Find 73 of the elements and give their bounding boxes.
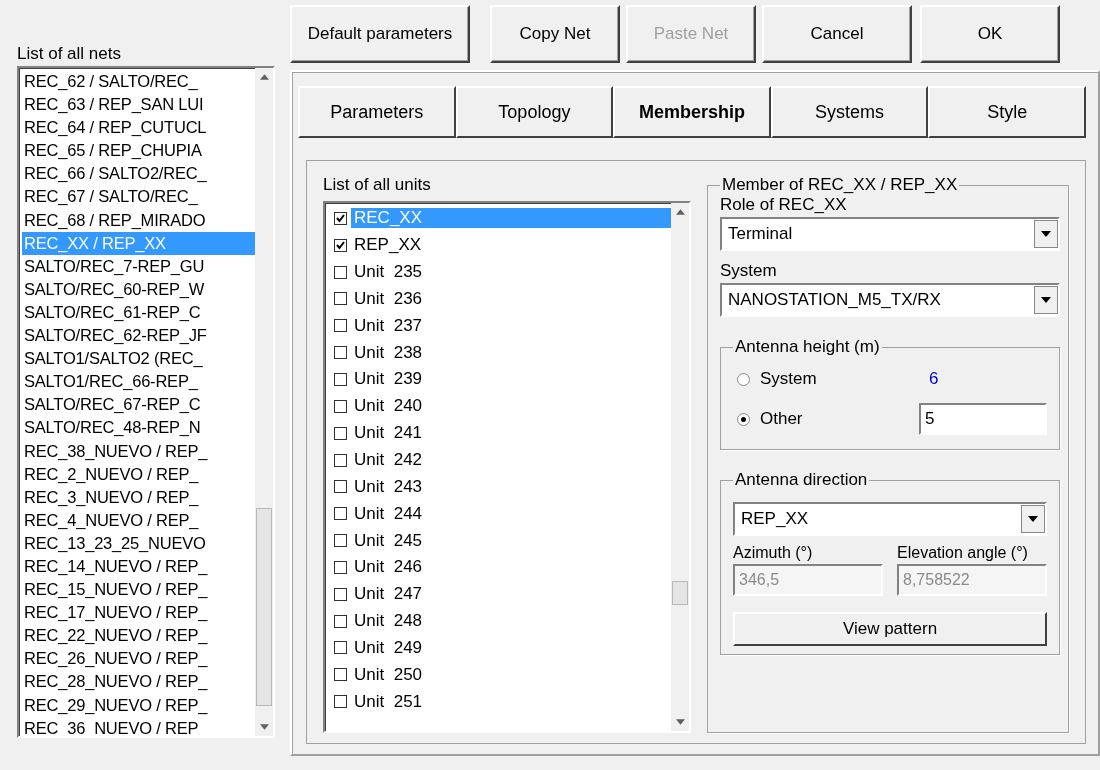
- list-label: List of all nets: [17, 44, 122, 65]
- list-item[interactable]: SALTO/REC_62-REP_JF: [22, 324, 255, 348]
- list-item[interactable]: REC_22_NUEVO / REP_: [22, 624, 255, 648]
- radio-option[interactable]: System: [737, 369, 919, 389]
- field-label: System: [720, 261, 778, 281]
- unit-label[interactable]: REP_XX: [351, 235, 425, 256]
- unit-label[interactable]: Unit 244: [351, 503, 426, 524]
- list-item[interactable]: REC_14_NUEVO / REP_: [22, 554, 255, 579]
- role-dropdown[interactable]: Terminal: [720, 217, 1060, 251]
- tab[interactable]: Systems: [770, 86, 929, 138]
- unit-label[interactable]: Unit 250: [351, 664, 426, 685]
- list-item[interactable]: REC_26_NUEVO / REP_: [22, 647, 255, 671]
- system-dropdown[interactable]: NANOSTATION_M5_TX/RX: [720, 283, 1060, 317]
- list-item[interactable]: SALTO/REC_67-REP_C: [22, 393, 255, 417]
- unit-label[interactable]: Unit 242: [351, 450, 426, 470]
- list-item[interactable]: SALTO/REC_60-REP_W: [22, 277, 255, 301]
- units-list[interactable]: REC_XX REP_XX Unit 235 Unit 236 Unit 237 Unit 238 Unit 239 Unit 240 Unit 241 Unit 242 Unit 243 Unit 244 Unit 245 Unit 246 Unit 247 Unit 248 Unit 249 Unit 250 Unit 251: [323, 201, 691, 733]
- group-title: Antenna direction: [734, 470, 869, 490]
- list-label: List of all units: [323, 175, 432, 195]
- unit-label[interactable]: Unit 243: [351, 476, 426, 497]
- list-item[interactable]: SALTO/REC_61-REP_C: [22, 300, 255, 325]
- dialog-button[interactable]: Cancel: [762, 5, 912, 63]
- group-title: Antenna height (m): [734, 337, 881, 357]
- height-input[interactable]: 5: [919, 403, 1047, 435]
- list-item[interactable]: REC_63 / REP_SAN LUI: [22, 93, 255, 117]
- group-title: Member of REC_XX / REP_XX: [721, 175, 959, 195]
- list-item[interactable]: SALTO1/SALTO2 (REC_: [22, 347, 255, 371]
- unit-label[interactable]: Unit 240: [351, 396, 426, 417]
- list-item[interactable]: SALTO1/REC_66-REP_: [22, 370, 255, 394]
- list-item[interactable]: SALTO/REC_7-REP_GU: [22, 254, 255, 278]
- unit-label[interactable]: Unit 247: [351, 584, 426, 605]
- tab[interactable]: Membership: [613, 86, 771, 138]
- list-item[interactable]: REC_2_NUEVO / REP_: [22, 462, 255, 486]
- list-item[interactable]: REC_68 / REP_MIRADO: [22, 208, 255, 232]
- list-item[interactable]: REC_64 / REP_CUTUCL: [22, 116, 255, 140]
- dialog-button[interactable]: Default parameters: [290, 5, 470, 63]
- unit-label[interactable]: Unit 246: [351, 557, 426, 578]
- unit-label[interactable]: Unit 248: [351, 611, 426, 632]
- list-item[interactable]: REC_13_23_25_NUEVO: [22, 531, 255, 555]
- unit-label[interactable]: Unit 249: [351, 637, 426, 658]
- tab[interactable]: Parameters: [298, 86, 456, 138]
- unit-label[interactable]: Unit 238: [351, 342, 426, 363]
- list-item[interactable]: REC_38_NUEVO / REP_: [22, 439, 255, 463]
- unit-label[interactable]: Unit 251: [351, 691, 426, 712]
- list-item[interactable]: REC_17_NUEVO / REP_: [22, 601, 255, 625]
- dialog-button[interactable]: Copy Net: [490, 5, 620, 63]
- list-item[interactable]: REC_36_NUEVO / REP_: [22, 716, 255, 736]
- list-item[interactable]: REC_28_NUEVO / REP_: [22, 670, 255, 694]
- list-item[interactable]: REC_15_NUEVO / REP_: [22, 578, 255, 602]
- list-item[interactable]: REC_67 / SALTO/REC_: [22, 185, 255, 209]
- tab[interactable]: Topology: [455, 86, 614, 138]
- list-item[interactable]: REC_62 / SALTO/REC_: [22, 70, 255, 94]
- unit-label[interactable]: Unit 239: [351, 369, 426, 390]
- dialog-button[interactable]: OK: [920, 5, 1060, 63]
- unit-label[interactable]: Unit 245: [351, 530, 426, 551]
- system-height-value: 6: [928, 369, 940, 389]
- direction-dropdown[interactable]: REP_XX: [733, 502, 1047, 536]
- list-item[interactable]: REC_4_NUEVO / REP_: [22, 508, 255, 532]
- list-item[interactable]: REC_66 / SALTO2/REC_: [22, 162, 255, 186]
- field-label: Elevation angle (°): [897, 544, 1029, 562]
- unit-label[interactable]: Unit 237: [351, 315, 426, 336]
- list-item[interactable]: REC_65 / REP_CHUPIA: [22, 139, 255, 163]
- unit-label[interactable]: Unit 235: [351, 262, 426, 283]
- field-label: Azimuth (°): [733, 544, 814, 562]
- tab[interactable]: Style: [928, 86, 1086, 138]
- list-item[interactable]: REC_29_NUEVO / REP_: [22, 693, 255, 717]
- unit-label[interactable]: Unit 236: [351, 288, 426, 309]
- field-label: Role of REC_XX: [720, 195, 848, 215]
- unit-label[interactable]: Unit 241: [351, 423, 426, 444]
- view-pattern-button[interactable]: View pattern: [733, 612, 1047, 646]
- radio-option[interactable]: Other: [737, 409, 919, 429]
- list-item[interactable]: SALTO/REC_48-REP_N: [22, 416, 255, 440]
- list-item[interactable]: REC_3_NUEVO / REP_: [22, 485, 255, 509]
